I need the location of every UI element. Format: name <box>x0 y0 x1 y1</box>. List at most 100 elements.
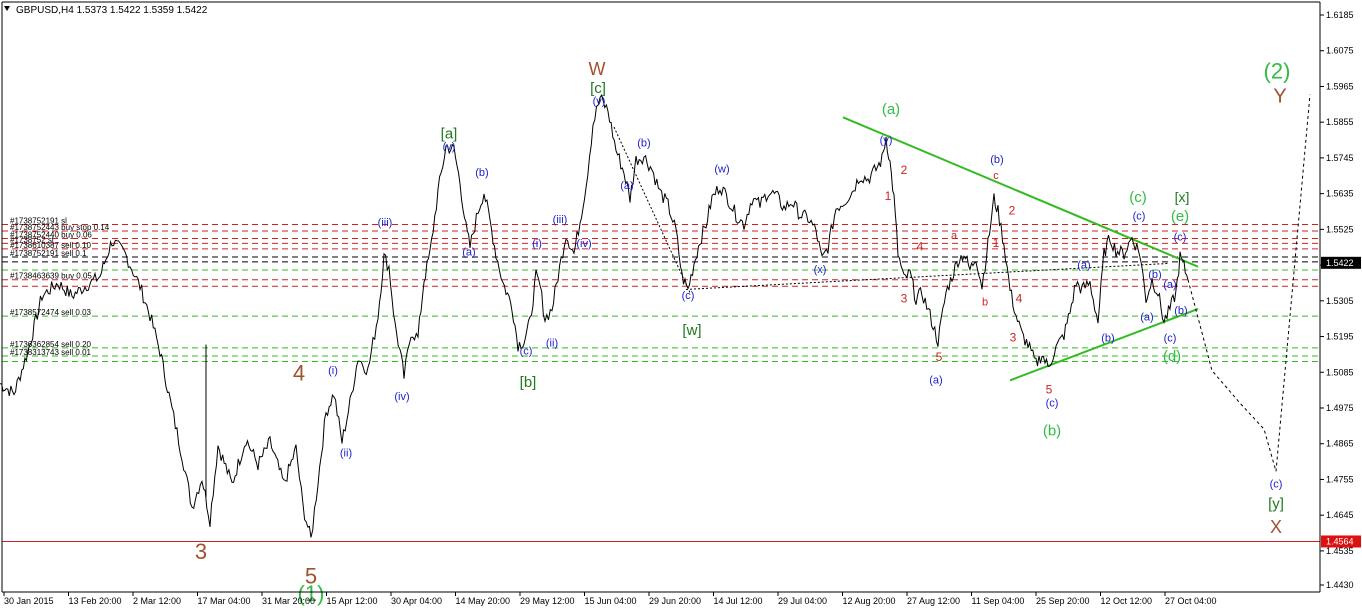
x-tick-label: 2 Mar 12:00 <box>133 596 181 606</box>
wave-label: 1 <box>993 236 1000 250</box>
x-tick-label: 14 Jul 12:00 <box>714 596 763 606</box>
wave-label: (a) <box>620 180 633 192</box>
wave-label: 3 <box>1010 330 1017 344</box>
x-tick-label: 25 Sep 20:00 <box>1036 596 1090 606</box>
wave-label: X <box>1270 517 1282 537</box>
wave-label: (e) <box>1171 208 1189 225</box>
x-tick-label: 12 Oct 12:00 <box>1101 596 1153 606</box>
y-tick-label: 1.6185 <box>1326 10 1354 20</box>
x-tick-label: 13 Feb 20:00 <box>69 596 122 606</box>
wave-label: (w) <box>714 164 729 176</box>
wave-label: (i) <box>532 238 542 250</box>
x-tick-label: 14 May 20:00 <box>456 596 511 606</box>
wave-label: (d) <box>1163 348 1181 365</box>
wave-label: (b) <box>637 138 650 150</box>
wave-label: (iv) <box>576 238 591 250</box>
wave-label: c <box>993 170 999 182</box>
wave-label: (c) <box>520 345 533 357</box>
wave-label: [x] <box>1175 189 1190 205</box>
chart-background <box>0 0 1362 608</box>
wave-label: Y <box>1273 86 1286 108</box>
wave-label: (b) <box>475 167 488 179</box>
wave-label: (a) <box>1077 259 1090 271</box>
x-tick-label: 27 Aug 12:00 <box>907 596 960 606</box>
forex-chart[interactable]: #1738752191 sl #1738752443 buy stop 0.14 #… <box>0 0 1362 608</box>
wave-label: (c) <box>1129 189 1147 206</box>
wave-label: (b) <box>990 154 1003 166</box>
wave-label: [w] <box>682 322 701 339</box>
wave-label: 5 <box>1046 382 1053 396</box>
y-tick-label: 1.5305 <box>1326 296 1354 306</box>
order-level-label: #1738313743 sell 0.01 <box>10 348 92 357</box>
wave-label: (b) <box>1148 269 1161 281</box>
wave-label: (ii) <box>546 337 558 349</box>
x-tick-label: 15 Jun 04:00 <box>585 596 637 606</box>
wave-label: (b) <box>1101 332 1114 344</box>
wave-label: (iii) <box>378 217 393 229</box>
y-tick-label: 1.4975 <box>1326 403 1354 413</box>
y-tick-label: 1.5965 <box>1326 81 1354 91</box>
y-tick-label: 1.5855 <box>1326 117 1354 127</box>
y-tick-label: 1.4645 <box>1326 510 1354 520</box>
wave-label: (ii) <box>340 448 352 460</box>
order-level-label: #1738463639 buy 0.05 <box>10 272 92 281</box>
y-tick-label: 1.4755 <box>1326 474 1354 484</box>
x-tick-label: 12 Aug 20:00 <box>843 596 896 606</box>
wave-label: (c) <box>1133 211 1146 223</box>
wave-label: (c) <box>1270 479 1283 491</box>
wave-label: b <box>982 297 988 309</box>
y-tick-label: 1.5525 <box>1326 224 1354 234</box>
y-tick-label: 1.5085 <box>1326 367 1354 377</box>
wave-label: (a) <box>1140 311 1153 323</box>
wave-label: (y) <box>880 134 893 146</box>
x-tick-label: 15 Apr 12:00 <box>327 596 378 606</box>
wave-label: (iv) <box>394 391 409 403</box>
wave-label: (2) <box>1264 58 1291 83</box>
x-tick-label: 17 Mar 04:00 <box>198 596 251 606</box>
x-tick-label: 31 Mar 20:00 <box>262 596 315 606</box>
x-tick-label: 27 Oct 04:00 <box>1165 596 1217 606</box>
wave-label: (c) <box>1046 397 1059 409</box>
wave-label: 1 <box>885 189 892 203</box>
wave-label: 4 <box>917 239 924 253</box>
wave-label: [y] <box>1268 496 1284 513</box>
y-tick-label: 1.6075 <box>1326 46 1354 56</box>
wave-label: (x) <box>814 264 827 276</box>
y-tick-label: 1.4430 <box>1326 580 1354 590</box>
wave-label: 2 <box>1009 204 1016 218</box>
x-tick-label: 29 Jun 20:00 <box>649 596 701 606</box>
wave-label: (v) <box>593 95 606 107</box>
wave-label: a <box>951 230 958 242</box>
chart-title: GBPUSD,H4 1.5373 1.5422 1.5359 1.5422 <box>16 5 208 16</box>
wave-label: (i) <box>328 365 338 377</box>
wave-label: W <box>589 59 606 79</box>
wave-label: (b) <box>1174 305 1187 317</box>
wave-label: 2 <box>901 163 908 177</box>
wave-label: 3 <box>901 291 908 305</box>
y-tick-label: 1.5745 <box>1326 153 1354 163</box>
wave-label: (iii) <box>553 214 568 226</box>
price-chart-svg[interactable]: #1738752191 sl#1738752443 buy stop 0.14#… <box>0 0 1362 608</box>
wave-label: (a) <box>462 246 475 258</box>
x-tick-label: 30 Jan 2015 <box>4 596 54 606</box>
wave-label: (c) <box>682 290 695 302</box>
wave-label: (c) <box>1174 232 1187 244</box>
wave-label: (a) <box>1163 279 1176 291</box>
x-tick-label: 29 Jul 04:00 <box>778 596 827 606</box>
order-level-label: #1738572474 sell 0.03 <box>10 308 92 317</box>
wave-label: 3 <box>195 539 207 564</box>
support-price-label: 1.4564 <box>1326 536 1354 546</box>
wave-label: 5 <box>936 350 943 364</box>
y-tick-label: 1.5195 <box>1326 332 1354 342</box>
x-tick-label: 29 May 12:00 <box>520 596 575 606</box>
wave-label: (v) <box>443 141 456 153</box>
wave-label: 4 <box>1016 291 1023 305</box>
wave-label: (a) <box>929 375 942 387</box>
x-tick-label: 30 Apr 04:00 <box>391 596 442 606</box>
wave-label: [b] <box>520 374 537 391</box>
y-tick-label: 1.5635 <box>1326 189 1354 199</box>
wave-label: 4 <box>293 360 305 385</box>
wave-label: (a) <box>882 101 900 118</box>
wave-label: (b) <box>1043 423 1061 440</box>
order-level-label: #1738752191 sell 0.1 <box>10 249 87 258</box>
